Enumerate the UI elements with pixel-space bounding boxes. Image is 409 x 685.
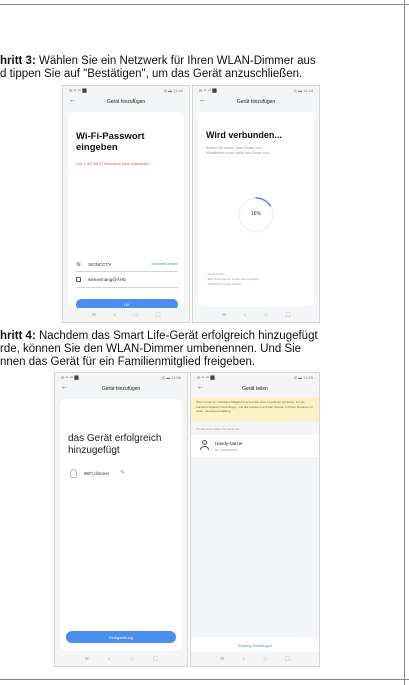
wifi-icon: ≋	[76, 262, 82, 268]
wifi-warning: Nur 2,4G Wi-Fi-Netzwerk wird unterstützt	[76, 161, 149, 166]
change-network-link[interactable]: Netzwerk ändern	[152, 262, 178, 266]
menu-icon[interactable]: ≡	[220, 656, 224, 663]
family-notice: Wenn er/sie ein ständiges Mitglied Ihrer…	[191, 397, 319, 421]
header-title: Gerät hinzufügen	[106, 99, 146, 105]
back-icon[interactable]: ‹	[108, 656, 110, 663]
step4-instruction: hritt 4: Nachdem das Smart Life-Gerät er…	[0, 330, 409, 369]
success-line1: das Gerät erfolgreich	[68, 433, 162, 444]
step-init: • Initialisierung des Geräts	[206, 282, 241, 286]
shared-label: Die Benutzer teilen Ihr Gerät mit:	[196, 427, 240, 431]
header-title: Gerät hinzufügen	[101, 386, 141, 392]
home-icon[interactable]: ○	[134, 312, 138, 319]
back-arrow-icon[interactable]: ←	[69, 97, 76, 104]
step4-label: hritt 4:	[0, 330, 36, 342]
user-name: Handy-Nutzer	[215, 441, 243, 446]
menu-icon[interactable]: ≡	[85, 656, 89, 663]
phone-share-device: ✉ ᵃˡˡ ⁴ᴳ ⬛ ◎ ▬ 11:59 ← Gerät teilen Wenn …	[190, 372, 320, 667]
app-header: ← Gerät teilen	[191, 382, 319, 396]
add-share-button[interactable]: Sharing hinzufügen	[238, 643, 272, 648]
status-right: ◎ ▬ 11:59	[293, 375, 313, 380]
user-row[interactable]: Handy-Nutzer 86-13000000000	[191, 435, 319, 457]
connect-steps: • Gerät finden • Das Gerät wird in Smart…	[206, 272, 259, 287]
wifi-card: Wi-Fi-Passwort eingeben Nur 2,4G Wi-Fi-N…	[68, 112, 184, 310]
home-icon[interactable]: ○	[130, 656, 134, 663]
success-title: das Gerät erfolgreich hinzugefügt	[68, 433, 161, 457]
wifi-title-line1: Wi-Fi-Passwort	[76, 131, 145, 142]
connecting-title: Wird verbunden...	[206, 130, 282, 140]
app-header: ← Gerät hinzufügen	[55, 382, 187, 396]
home-icon[interactable]: ○	[263, 656, 267, 663]
status-bar: ✉ ᵃˡˡ ⁴ᴳ ⬛ ◎ ▬ 11:59	[191, 373, 319, 382]
edit-pencil-icon[interactable]: ✎	[120, 469, 125, 476]
status-bar: ✉ ᵃˡˡ ⁴ᴳ ⬛ ◎ ▬ 11:44	[63, 86, 189, 95]
back-icon[interactable]: ‹	[244, 312, 246, 319]
user-id: 86-13000000000	[215, 448, 238, 452]
android-navbar: ≡ ‹ ○ □	[191, 652, 319, 666]
add-share-bar: Sharing hinzufügen	[191, 638, 319, 652]
phone-connecting: ✉ ᵃˡˡ ⁴ᴳ ⬛ ◎ ▬ 11:44 ← Gerät hinzufügen W…	[192, 85, 320, 323]
status-left: ✉ ᵃˡˡ ⁴ᴳ ⬛	[199, 88, 218, 93]
progress-value: 16%	[250, 211, 261, 217]
connecting-card: Wird verbunden... Achten Sie darauf, das…	[198, 112, 314, 306]
back-arrow-icon[interactable]: ←	[199, 97, 206, 104]
phone-added-success: ✉ ᵃˡˡ ⁴ᴳ ⬛ ◎ ▬ 11:58 ← Gerät hinzufügen d…	[54, 372, 188, 667]
step4-line1: Nachdem das Smart Life-Gerät erfolgreich…	[35, 330, 318, 342]
done-button[interactable]: Fertigstellung	[66, 631, 176, 643]
recent-apps-icon[interactable]: □	[286, 656, 290, 663]
menu-icon[interactable]: ≡	[92, 312, 96, 319]
step3-label: hritt 3:	[0, 55, 36, 67]
recent-apps-icon[interactable]: □	[153, 656, 157, 663]
app-header: ← Gerät hinzufügen	[193, 95, 319, 109]
device-name: WiFi dimmer	[84, 471, 110, 476]
status-right: ◎ ▬ 11:44	[293, 88, 313, 93]
status-right: ◎ ▬ 11:44	[163, 88, 183, 93]
app-header: ← Gerät hinzufügen	[63, 95, 189, 109]
divider	[76, 287, 178, 288]
status-bar: ✉ ᵃˡˡ ⁴ᴳ ⬛ ◎ ▬ 11:44	[193, 86, 319, 95]
header-title: Gerät teilen	[242, 386, 268, 392]
top-border	[0, 4, 409, 5]
android-navbar: ≡ ‹ ○ □	[193, 308, 319, 322]
recent-apps-icon[interactable]: □	[286, 312, 290, 319]
connecting-desc: Achten Sie darauf, dass Router und Mobil…	[206, 146, 271, 155]
back-arrow-icon[interactable]: ←	[197, 384, 204, 391]
step4-line3: nnen das Gerät für ein Familienmitglied …	[0, 356, 256, 368]
status-left: ✉ ᵃˡˡ ⁴ᴳ ⬛	[197, 375, 216, 380]
phone-wifi-password: ✉ ᵃˡˡ ⁴ᴳ ⬛ ◎ ▬ 11:44 ← Gerät hinzufügen W…	[62, 85, 190, 323]
password-input[interactable]: wenxemang@ÂHE	[88, 277, 126, 282]
bottom-border	[0, 679, 409, 680]
status-right: ◎ ▬ 11:58	[161, 375, 181, 380]
back-icon[interactable]: ‹	[114, 312, 116, 319]
home-icon[interactable]: ○	[264, 312, 268, 319]
success-card: das Gerät erfolgreich hinzugefügt WiFi d…	[60, 399, 182, 651]
user-icon	[199, 440, 209, 452]
success-line2: hinzugefügt	[68, 445, 120, 456]
status-left: ✉ ᵃˡˡ ⁴ᴳ ⬛	[69, 88, 88, 93]
wifi-title: Wi-Fi-Passwort eingeben	[76, 131, 145, 153]
wifi-title-line2: eingeben	[76, 142, 118, 153]
divider	[76, 271, 178, 272]
back-icon[interactable]: ‹	[242, 656, 244, 663]
header-title: Gerät hinzufügen	[236, 99, 276, 105]
step3-line1: Wählen Sie ein Netzwerk für Ihren WLAN-D…	[35, 55, 316, 67]
step4-line2: rde, können Sie den WLAN-Dimmer umbenenn…	[0, 343, 302, 355]
step3-instruction: hritt 3: Wählen Sie ein Netzwerk für Ihr…	[0, 55, 409, 81]
ssid-value: SIGNCCTV	[88, 262, 112, 267]
status-bar: ✉ ᵃˡˡ ⁴ᴳ ⬛ ◎ ▬ 11:58	[55, 373, 187, 382]
android-navbar: ≡ ‹ ○ □	[55, 652, 187, 666]
back-arrow-icon[interactable]: ←	[61, 384, 68, 391]
status-left: ✉ ᵃˡˡ ⁴ᴳ ⬛	[61, 375, 80, 380]
menu-icon[interactable]: ≡	[222, 312, 226, 319]
step3-line2: d tippen Sie auf "Bestätigen", um das Ge…	[0, 68, 303, 80]
bulb-icon	[70, 469, 77, 478]
recent-apps-icon[interactable]: □	[156, 312, 160, 319]
lock-icon	[76, 277, 81, 282]
android-navbar: ≡ ‹ ○ □	[63, 308, 189, 322]
